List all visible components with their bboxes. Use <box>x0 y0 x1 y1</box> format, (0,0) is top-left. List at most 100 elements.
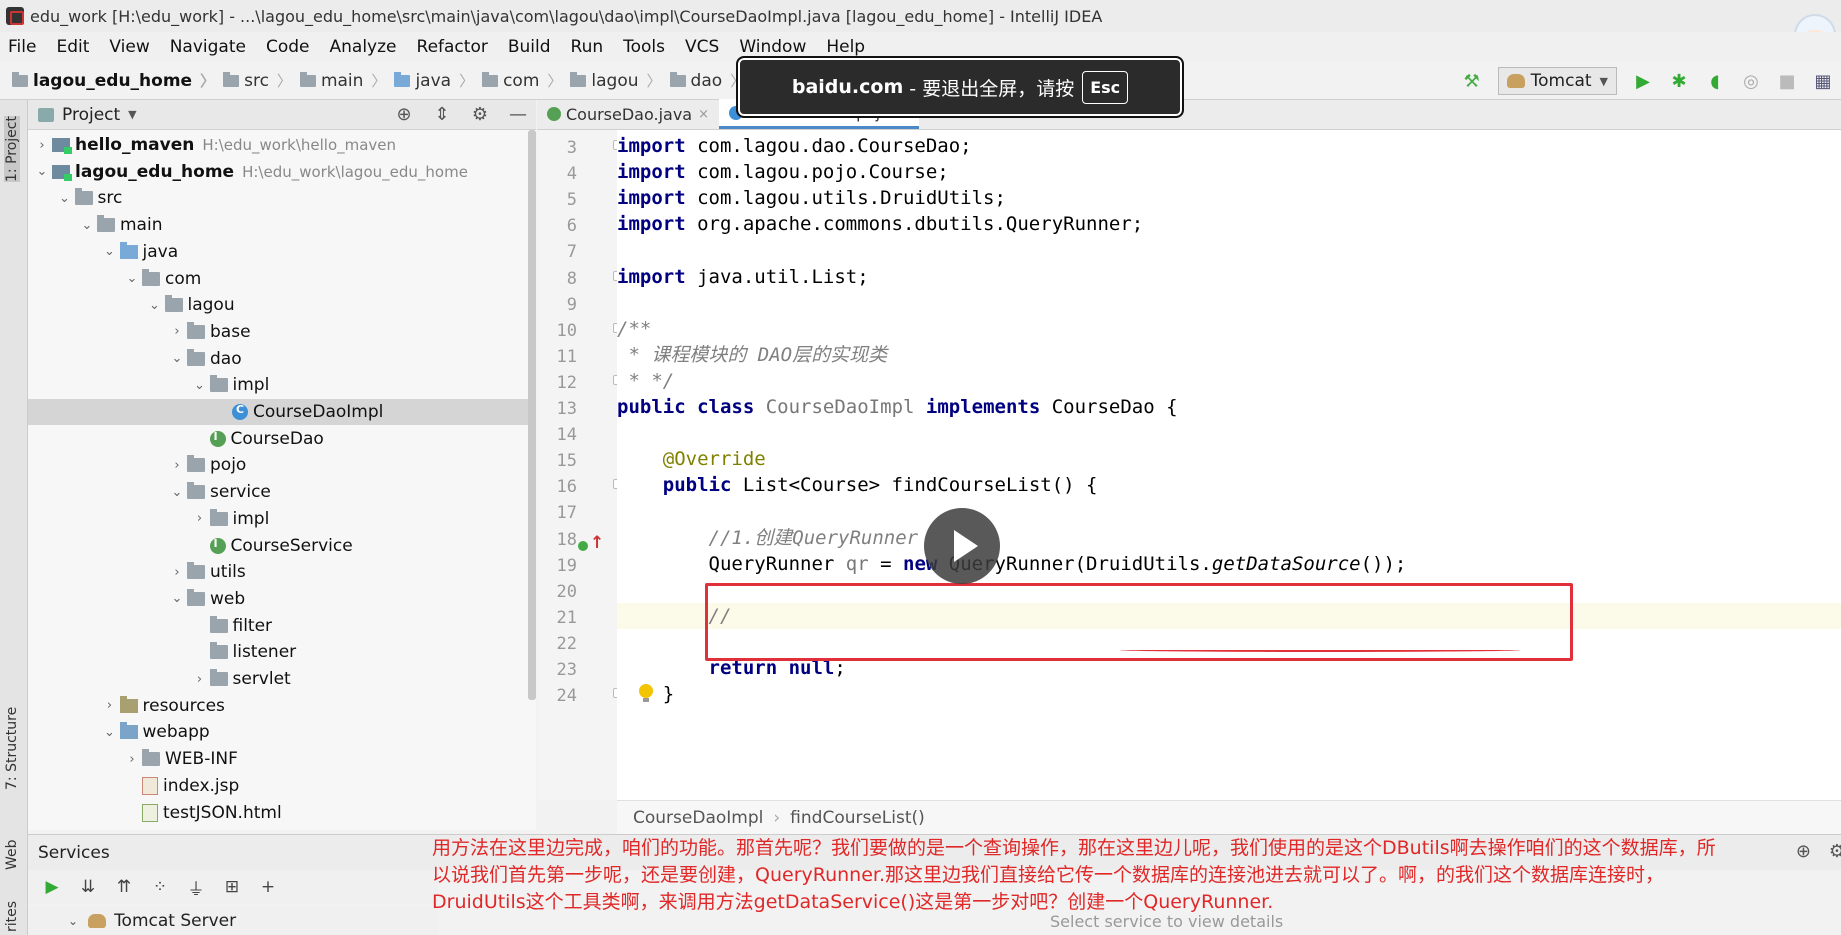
chevron-right-icon[interactable]: › <box>122 752 142 767</box>
stop-icon[interactable]: ■ <box>1774 68 1800 94</box>
override-marker-icon[interactable] <box>578 533 604 554</box>
structure-tool-tab[interactable]: 7: Structure <box>4 707 20 790</box>
chevron-right-icon[interactable]: › <box>167 324 187 339</box>
close-tab-icon[interactable]: × <box>698 107 709 122</box>
run-icon[interactable]: ▶ <box>40 877 64 897</box>
tree-node[interactable]: › utils <box>28 559 536 585</box>
nav-crumb-project[interactable]: lagou_edu_home 〉 <box>12 70 215 91</box>
nav-crumb-com[interactable]: com 〉 <box>482 70 562 91</box>
menu-edit[interactable]: Edit <box>56 37 89 57</box>
run-icon[interactable]: ▶ <box>1630 68 1656 94</box>
debug-icon[interactable]: ✱ <box>1666 68 1692 94</box>
tree-node[interactable]: ⌄ src <box>28 185 536 211</box>
code-line[interactable] <box>617 290 1841 316</box>
project-tool-tab[interactable]: 1: Project <box>4 116 20 182</box>
coverage-icon[interactable]: ◖ <box>1702 68 1728 94</box>
code-line[interactable]: import org.apache.commons.dbutils.QueryR… <box>617 211 1841 237</box>
menu-vcs[interactable]: VCS <box>685 37 719 57</box>
chevron-right-icon[interactable]: › <box>167 565 187 580</box>
code-line[interactable]: * 课程模块的 DAO层的实现类 <box>617 342 1841 368</box>
code-line[interactable]: * */ <box>617 368 1841 394</box>
gear-icon[interactable]: ⚙ <box>468 104 492 126</box>
project-panel-title[interactable]: Project <box>62 105 120 125</box>
code-line[interactable]: import com.lagou.dao.CourseDao; <box>617 133 1841 159</box>
tree-node[interactable]: ⌄ com <box>28 266 536 292</box>
code-line[interactable]: QueryRunner qr = new QueryRunner(DruidUt… <box>617 551 1841 577</box>
code-line[interactable]: import java.util.List; <box>617 264 1841 290</box>
build-hammer-icon[interactable]: ⚒ <box>1459 68 1485 94</box>
run-config-select[interactable]: Tomcat ▼ <box>1497 67 1617 95</box>
tree-node[interactable]: ⌄ impl <box>28 372 536 398</box>
code-line[interactable]: public class CourseDaoImpl implements Co… <box>617 394 1841 420</box>
tree-node[interactable]: ⌄ lagou_edu_home H:\edu_work\lagou_edu_hom… <box>28 159 536 185</box>
project-structure-icon[interactable]: ▦ <box>1810 68 1836 94</box>
menu-file[interactable]: File <box>8 37 36 57</box>
tree-node[interactable]: › impl <box>28 506 536 532</box>
tree-node[interactable]: › base <box>28 319 536 345</box>
chevron-down-icon[interactable]: ⌄ <box>55 191 75 206</box>
tab-course-dao[interactable]: CourseDao.java × <box>537 99 719 129</box>
chevron-down-icon[interactable]: ⌄ <box>77 218 97 233</box>
group-icon[interactable]: ⁘ <box>148 877 172 897</box>
tree-node[interactable]: listener <box>28 639 536 665</box>
expand-all-icon[interactable]: ⇊ <box>76 877 100 897</box>
tree-node[interactable]: ⌄ lagou <box>28 292 536 318</box>
nav-crumb-java[interactable]: java 〉 <box>394 70 474 91</box>
chevron-down-icon[interactable]: ▼ <box>128 108 136 121</box>
tree-node[interactable]: ⌄ dao <box>28 346 536 372</box>
chevron-down-icon[interactable]: ⌄ <box>68 914 78 928</box>
menu-analyze[interactable]: Analyze <box>330 37 397 57</box>
chevron-down-icon[interactable]: ⌄ <box>167 485 187 500</box>
code-line[interactable]: import com.lagou.pojo.Course; <box>617 159 1841 185</box>
nav-crumb-src[interactable]: src 〉 <box>223 70 292 91</box>
collapse-all-icon[interactable]: ⇕ <box>430 104 454 126</box>
nav-crumb-main[interactable]: main 〉 <box>299 70 386 91</box>
code-line[interactable] <box>617 420 1841 446</box>
tree-node[interactable]: filter <box>28 613 536 639</box>
tree-node[interactable]: ⌄ web <box>28 586 536 612</box>
video-play-icon[interactable] <box>924 508 1000 584</box>
tree-node[interactable]: ⌄ service <box>28 479 536 505</box>
tree-node[interactable]: › hello_maven H:\edu_work\hello_maven <box>28 132 536 158</box>
menu-help[interactable]: Help <box>826 37 865 57</box>
tree-node[interactable]: › servlet <box>28 666 536 692</box>
web-tool-tab[interactable]: Web <box>4 839 20 870</box>
code-line[interactable]: import com.lagou.utils.DruidUtils; <box>617 185 1841 211</box>
breadcrumb-class[interactable]: CourseDaoImpl <box>633 808 763 828</box>
code-line[interactable]: public List<Course> findCourseList() { <box>617 472 1841 498</box>
menu-navigate[interactable]: Navigate <box>170 37 246 57</box>
tree-node[interactable]: ⌄ webapp <box>28 719 536 745</box>
intention-bulb-icon[interactable] <box>638 684 654 704</box>
project-tree-scrollbar[interactable] <box>528 130 536 700</box>
tree-node[interactable]: › WEB-INF <box>28 746 536 772</box>
chevron-right-icon[interactable]: › <box>100 698 120 713</box>
menu-window[interactable]: Window <box>739 37 806 57</box>
menu-run[interactable]: Run <box>571 37 604 57</box>
code-line[interactable] <box>617 498 1841 524</box>
tree-node[interactable]: testJSON.html <box>28 800 536 826</box>
chevron-down-icon[interactable]: ⌄ <box>100 244 120 259</box>
tree-node[interactable]: index.jsp <box>28 773 536 799</box>
menu-view[interactable]: View <box>109 37 149 57</box>
profiler-icon[interactable]: ◎ <box>1738 68 1764 94</box>
breadcrumb-method[interactable]: findCourseList() <box>790 808 925 828</box>
tree-node[interactable]: ⌄ main <box>28 212 536 238</box>
favorites-tool-tab[interactable]: rites <box>4 901 20 932</box>
tree-node[interactable]: CourseDao <box>28 426 536 452</box>
tree-node[interactable]: › pojo <box>28 452 536 478</box>
chevron-down-icon[interactable]: ⌄ <box>190 378 210 393</box>
code-line[interactable]: @Override <box>617 446 1841 472</box>
menu-build[interactable]: Build <box>508 37 551 57</box>
hide-icon[interactable]: — <box>506 104 530 126</box>
nav-crumb-dao[interactable]: dao〉 <box>669 70 745 91</box>
tree-node[interactable]: ⌄ java <box>28 239 536 265</box>
services-settings-icon[interactable]: ⊕ <box>1796 841 1811 862</box>
chevron-down-icon[interactable]: ⌄ <box>122 271 142 286</box>
chevron-right-icon[interactable]: › <box>190 672 210 687</box>
tree-node[interactable]: › resources <box>28 693 536 719</box>
add-service-icon[interactable]: + <box>256 877 280 897</box>
tomcat-server-node[interactable]: ⌄ Tomcat Server <box>28 906 438 935</box>
tree-node[interactable]: CourseDaoImpl <box>28 399 536 425</box>
menu-code[interactable]: Code <box>266 37 310 57</box>
chevron-right-icon[interactable]: › <box>190 511 210 526</box>
